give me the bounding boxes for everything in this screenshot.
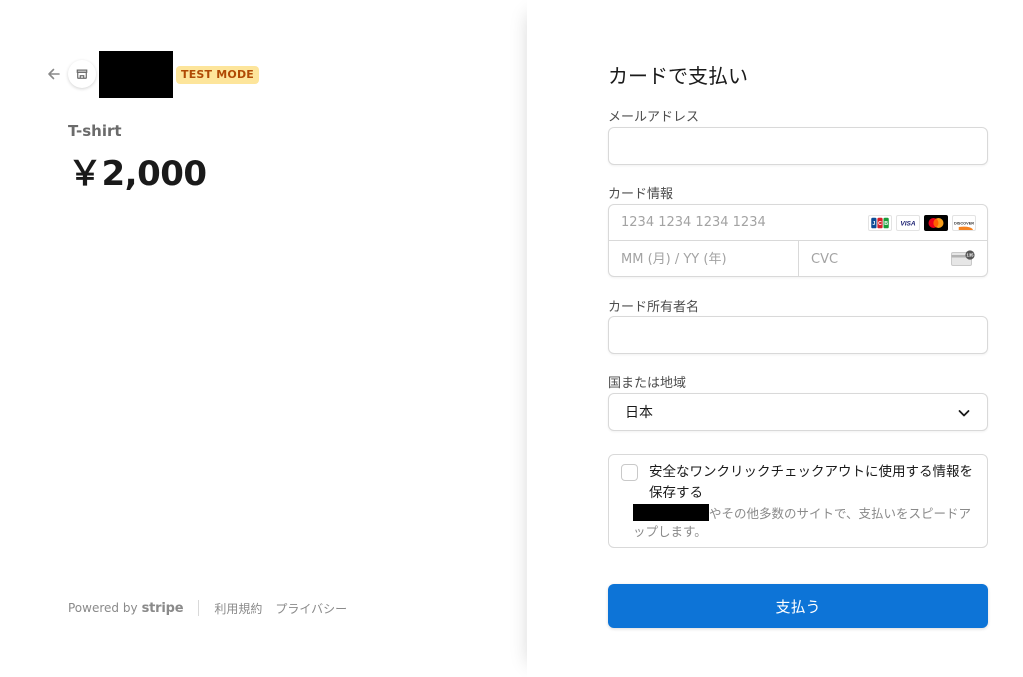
- save-info-description-wrapper: やその他多数のサイトで、支払いをスピードアップします。: [633, 504, 978, 541]
- test-mode-badge: TEST MODE: [176, 66, 260, 84]
- powered-by-stripe[interactable]: Powered by stripe: [68, 600, 184, 616]
- chevron-down-icon: [957, 405, 971, 419]
- svg-text:VISA: VISA: [900, 221, 916, 228]
- cvc-input[interactable]: [799, 241, 939, 277]
- card-brands: J C B VISA DISCOVER: [868, 215, 976, 231]
- save-info-checkbox[interactable]: [621, 464, 638, 481]
- footer-divider: [198, 600, 200, 616]
- save-info-title[interactable]: 安全なワンクリックチェックアウトに使用する情報を保存する: [649, 462, 979, 504]
- arrow-left-icon[interactable]: [44, 64, 64, 84]
- expiry-cell: [609, 241, 799, 277]
- svg-text:DISCOVER: DISCOVER: [954, 221, 974, 225]
- card-number-input[interactable]: [609, 205, 859, 240]
- store-icon: [68, 60, 96, 88]
- redacted-brand-name: [633, 504, 709, 521]
- jcb-icon: J C B: [868, 215, 892, 231]
- pay-button[interactable]: 支払う: [608, 584, 988, 628]
- discover-icon: DISCOVER: [952, 215, 976, 231]
- order-summary-panel: TEST MODE T-shirt ￥2,000 Powered by stri…: [0, 0, 527, 677]
- cvc-card-icon: 135: [951, 250, 975, 267]
- powered-by-label: Powered by: [68, 601, 138, 615]
- country-select[interactable]: 日本: [608, 393, 988, 431]
- cvc-icon-text: 135: [967, 253, 975, 258]
- product-price: ￥2,000: [68, 154, 207, 194]
- footer: Powered by stripe 利用規約 プライバシー: [68, 599, 360, 617]
- cardholder-field-wrapper: [608, 316, 988, 354]
- product-name: T-shirt: [68, 122, 122, 140]
- form-title: カードで支払い: [608, 64, 748, 88]
- stripe-logo: stripe: [141, 600, 184, 616]
- terms-link[interactable]: 利用規約: [214, 600, 262, 617]
- save-info-box: 安全なワンクリックチェックアウトに使用する情報を保存する やその他多数のサイトで…: [608, 454, 988, 548]
- card-info-label: カード情報: [608, 187, 674, 202]
- card-info-group: J C B VISA DISCOVER: [608, 204, 988, 277]
- country-label: 国または地域: [608, 376, 687, 391]
- svg-text:C: C: [878, 221, 882, 227]
- email-field-wrapper: [608, 127, 988, 165]
- email-field[interactable]: [609, 128, 987, 164]
- country-select-value: 日本: [625, 405, 653, 421]
- merchant-logo-redacted: [99, 51, 173, 98]
- svg-text:J: J: [872, 221, 875, 227]
- mastercard-icon: [924, 215, 948, 231]
- card-number-row: J C B VISA DISCOVER: [609, 205, 987, 241]
- card-expiry-cvc-row: 135: [609, 241, 987, 277]
- svg-text:B: B: [884, 221, 888, 227]
- cardholder-label: カード所有者名: [608, 300, 700, 315]
- cvc-cell: 135: [799, 241, 987, 277]
- visa-icon: VISA: [896, 215, 920, 231]
- email-label: メールアドレス: [608, 110, 700, 125]
- privacy-link[interactable]: プライバシー: [275, 600, 347, 617]
- cardholder-name-field[interactable]: [609, 317, 987, 353]
- expiry-input[interactable]: [609, 241, 798, 277]
